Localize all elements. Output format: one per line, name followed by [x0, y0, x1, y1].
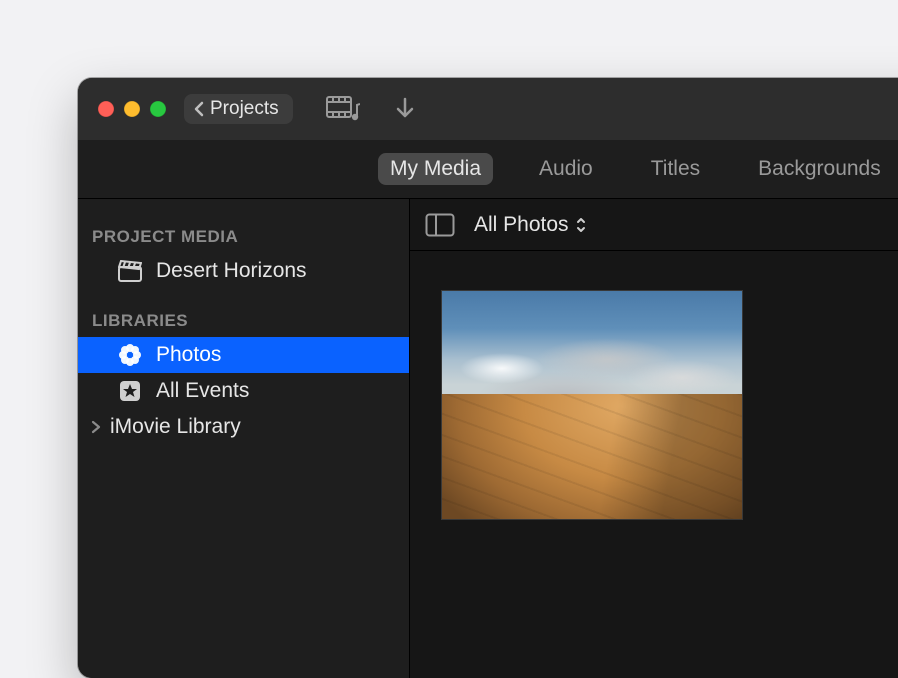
window-zoom-button[interactable] [150, 101, 166, 117]
body: PROJECT MEDIA Desert Horizons LIBRARIES [78, 198, 898, 678]
sidebar-item-label: Photos [156, 343, 221, 367]
sidebar-toggle-button[interactable] [422, 213, 458, 237]
dropdown-label: All Photos [474, 213, 569, 237]
photos-flower-icon [118, 343, 142, 367]
titlebar: Projects [78, 78, 898, 140]
sidebar-section-project-media: PROJECT MEDIA [78, 219, 409, 253]
window-close-button[interactable] [98, 101, 114, 117]
sidebar: PROJECT MEDIA Desert Horizons LIBRARIES [78, 199, 410, 678]
tab-my-media[interactable]: My Media [378, 153, 493, 185]
main-toolbar: All Photos [410, 199, 898, 251]
window-minimize-button[interactable] [124, 101, 140, 117]
chevron-right-icon [90, 420, 102, 434]
download-arrow-icon [394, 97, 416, 121]
imovie-window: Projects My Me [78, 78, 898, 678]
sidebar-item-label: All Events [156, 379, 249, 403]
main-content: All Photos [410, 199, 898, 678]
download-button[interactable] [383, 97, 427, 121]
sidebar-section-libraries: LIBRARIES [78, 303, 409, 337]
media-import-button[interactable] [321, 96, 365, 122]
tab-backgrounds[interactable]: Backgrounds [746, 153, 893, 185]
media-thumbnail[interactable] [442, 291, 742, 519]
media-grid [410, 251, 898, 678]
filmstrip-music-icon [326, 96, 360, 122]
sidebar-item-label: Desert Horizons [156, 259, 307, 283]
clapperboard-icon [118, 260, 142, 282]
tab-titles[interactable]: Titles [639, 153, 712, 185]
back-to-projects-button[interactable]: Projects [184, 94, 293, 124]
media-tabs: My Media Audio Titles Backgrounds [78, 140, 898, 198]
star-square-icon [118, 380, 142, 402]
updown-chevron-icon [575, 216, 587, 234]
tab-audio[interactable]: Audio [527, 153, 605, 185]
sidebar-item-desert-horizons[interactable]: Desert Horizons [78, 253, 409, 289]
sidebar-panel-icon [425, 213, 455, 237]
sidebar-item-imovie-library[interactable]: iMovie Library [78, 409, 409, 445]
traffic-lights [98, 101, 166, 117]
chevron-left-icon [192, 100, 206, 118]
back-button-label: Projects [210, 98, 279, 120]
sidebar-item-all-events[interactable]: All Events [78, 373, 409, 409]
sidebar-item-photos[interactable]: Photos [78, 337, 409, 373]
sidebar-item-label: iMovie Library [110, 415, 241, 439]
photos-filter-dropdown[interactable]: All Photos [474, 213, 587, 237]
